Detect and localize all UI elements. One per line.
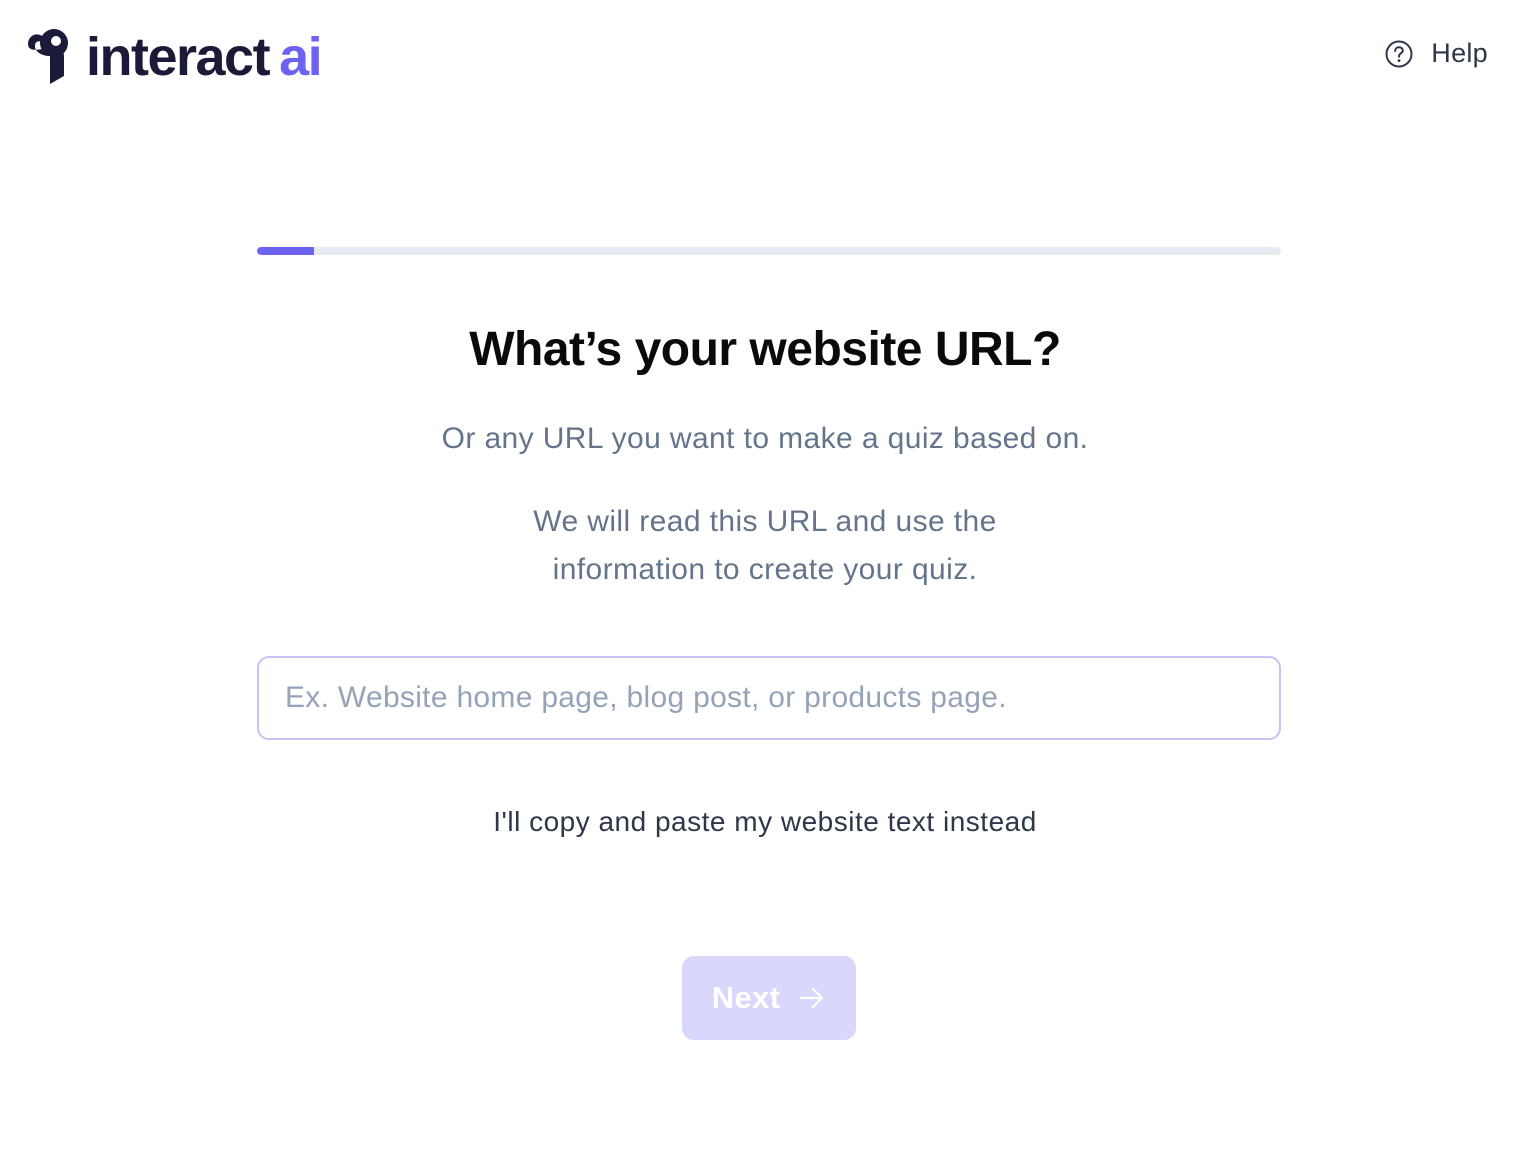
brand-logo[interactable]: interact ai bbox=[26, 27, 323, 87]
paste-text-instead-link[interactable]: I'll copy and paste my website text inst… bbox=[0, 806, 1530, 838]
brand-name: interact bbox=[86, 27, 271, 87]
progress-bar bbox=[257, 247, 1281, 255]
arrow-right-icon bbox=[800, 987, 824, 1009]
brand-suffix: ai bbox=[279, 27, 323, 87]
quiz-setup-page: interact ai Help What’s your website URL… bbox=[0, 0, 1530, 1150]
help-label: Help bbox=[1431, 38, 1488, 68]
question-circle-icon bbox=[1385, 40, 1413, 67]
page-subtitle: Or any URL you want to make a quiz based… bbox=[441, 422, 1089, 455]
website-url-input[interactable] bbox=[257, 656, 1281, 740]
progress-fill bbox=[257, 247, 315, 255]
brand-wordmark: interact ai bbox=[86, 27, 323, 87]
next-button[interactable]: Next bbox=[682, 956, 856, 1040]
page-description: We will read this URL and use the inform… bbox=[533, 505, 997, 586]
interact-logo-icon bbox=[28, 29, 68, 84]
help-link[interactable]: Help bbox=[1385, 38, 1488, 69]
next-button-label: Next bbox=[711, 980, 781, 1015]
page-title: What’s your website URL? bbox=[469, 323, 1061, 376]
